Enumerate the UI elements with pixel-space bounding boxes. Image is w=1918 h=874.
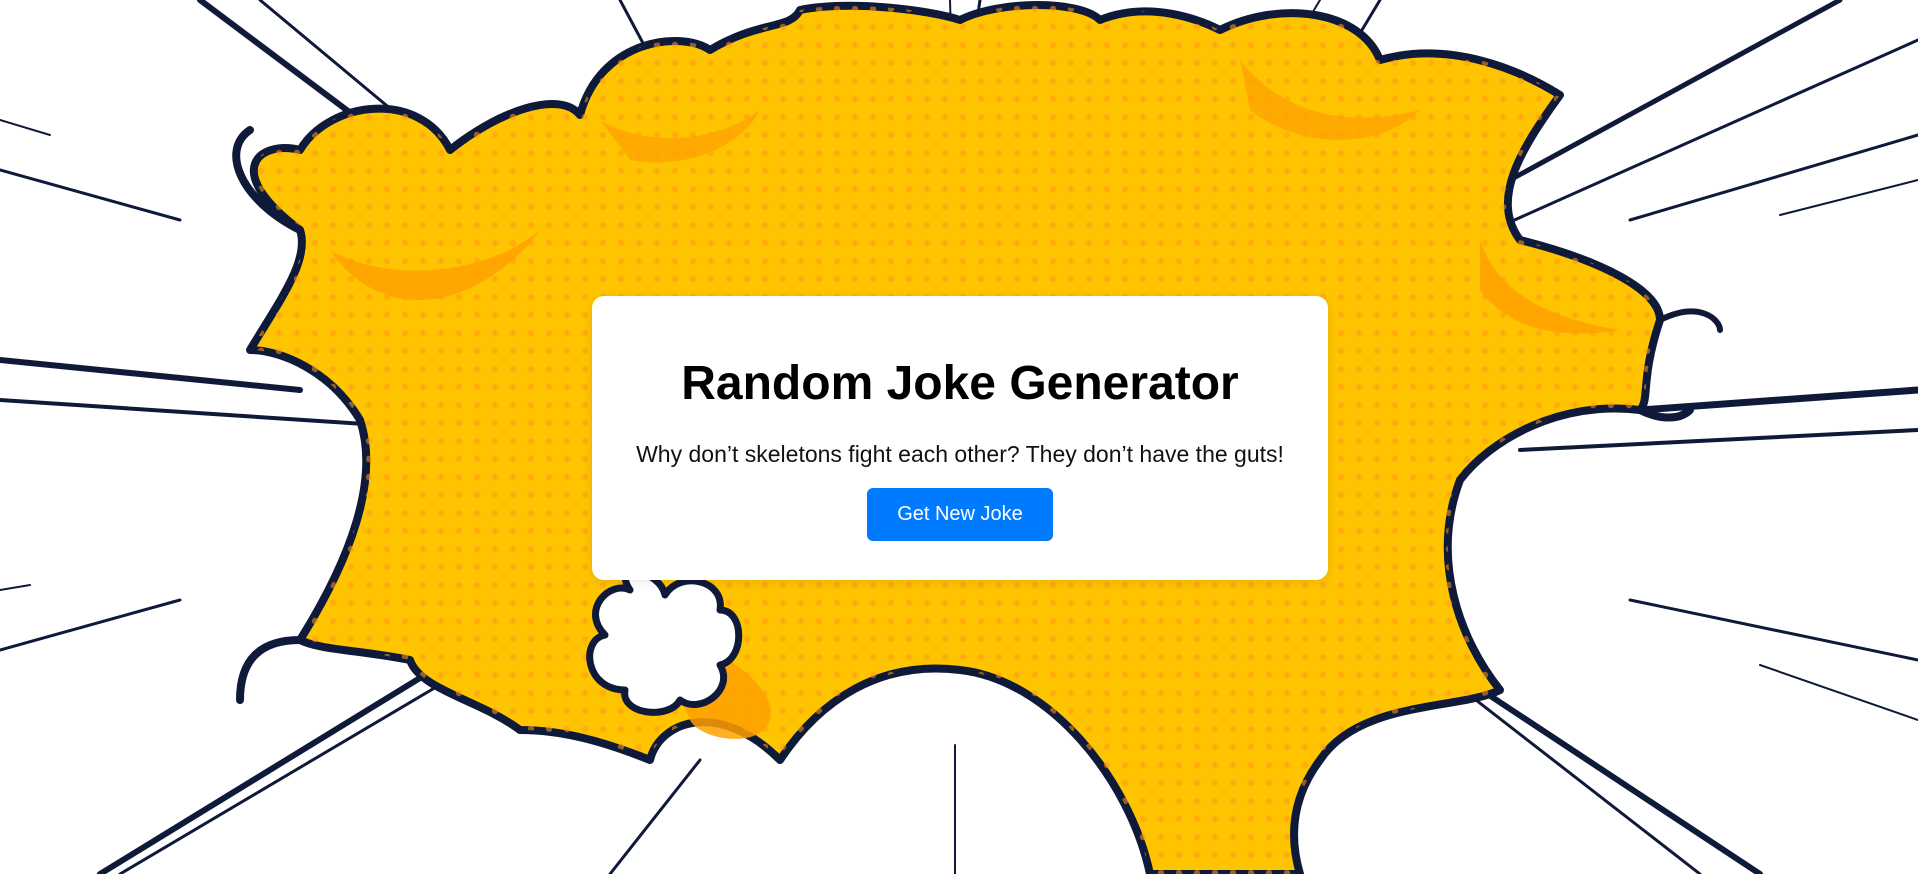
page-title: Random Joke Generator — [681, 357, 1239, 410]
joke-card: Random Joke Generator Why don’t skeleton… — [592, 296, 1328, 580]
joke-text: Why don’t skeletons fight each other? Th… — [636, 441, 1284, 467]
page: Random Joke Generator Why don’t skeleton… — [0, 0, 1918, 874]
get-new-joke-button[interactable]: Get New Joke — [867, 488, 1053, 541]
